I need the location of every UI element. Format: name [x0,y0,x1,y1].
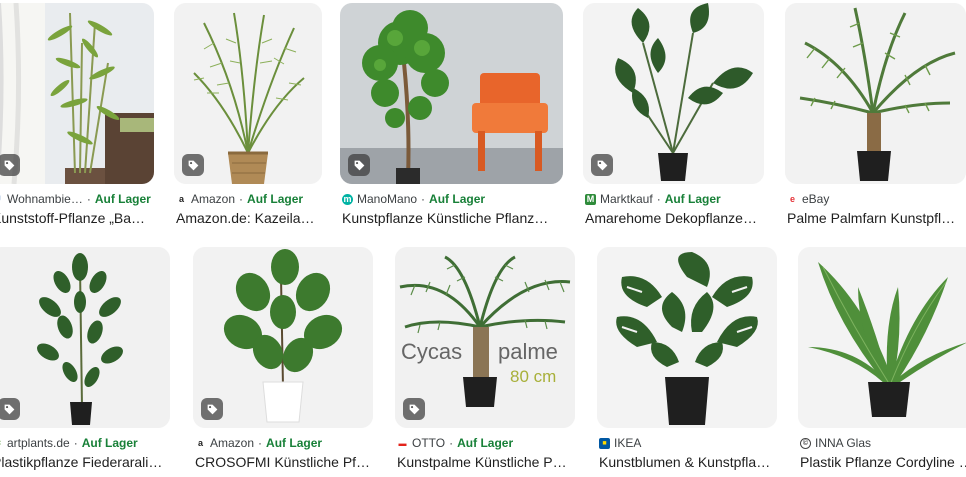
source-name: Wohnambie… [7,192,83,206]
product-image[interactable] [0,247,170,428]
source-name: IKEA [614,436,642,450]
result-title[interactable]: Kunststoff-Pflanze „Ba… [0,209,154,227]
stock-status: Auf Lager [94,192,151,206]
palm-fern-image [785,3,966,184]
cordyline-plant-image [798,247,966,428]
stock-status: Auf Lager [457,436,514,450]
product-image[interactable] [0,3,154,184]
result-card[interactable]: a Amazon · Auf Lager CROSOFMI Künstliche… [193,247,373,477]
product-image[interactable] [583,3,764,184]
shopping-results-grid: U Wohnambie… · Auf Lager Kunststoff-Pfla… [0,0,966,477]
result-title[interactable]: Kunstpalme Künstliche P… [397,453,575,471]
product-image[interactable] [340,3,563,184]
result-source: M Marktkauf · Auf Lager [585,192,764,207]
product-image[interactable] [174,3,322,184]
amazon-icon: a [197,438,203,448]
product-image[interactable]: Cycas palme 80 cm [395,247,575,428]
product-image[interactable] [597,247,777,428]
source-name: Amazon [191,192,236,206]
separator: · [421,192,426,206]
result-title[interactable]: Plastik Pflanze Cordyline … [800,453,966,471]
monstera-plant-image [597,247,777,428]
result-title[interactable]: Kunstblumen & Kunstpfla… [599,453,777,471]
amazon-icon: a [178,194,184,204]
result-title[interactable]: CROSOFMI Künstliche Pf… [195,453,373,471]
result-source: a Amazon · Auf Lager [176,192,322,207]
price-tag-icon [201,398,223,420]
stock-status: Auf Lager [429,192,486,206]
manomano-icon: m [342,194,353,205]
price-tag-icon [403,398,425,420]
separator: · [656,192,661,206]
source-name: ManoMano [357,192,418,206]
result-title[interactable]: Amarehome Dekopflanze… [585,209,764,227]
result-card[interactable]: m ManoMano · Auf Lager Kunstpflanze Küns… [340,3,563,235]
result-card[interactable]: ✻ artplants.de · Auf Lager Plastikpflanz… [0,247,170,477]
result-card[interactable]: ■ IKEA Kunstblumen & Kunstpfla… [597,247,777,477]
fiddle-aralia-plant-image [0,247,170,428]
result-card[interactable]: U Wohnambie… · Auf Lager Kunststoff-Pfla… [0,3,154,235]
result-card[interactable]: Cycas palme 80 cm ▬ OTTO · Auf Lager Kun… [395,247,575,477]
result-source: ■ IKEA [599,436,777,451]
inna-glas-icon: © [800,438,811,449]
palme-label: palme [498,339,558,364]
source-name: eBay [802,192,830,206]
bamboo-plant-image [0,3,154,184]
separator: · [239,192,244,206]
ebay-icon: e [789,194,795,204]
separator: · [73,436,78,450]
wohnambiente-icon: U [0,194,3,205]
source-name: OTTO [412,436,446,450]
artplants-icon: ✻ [0,438,3,449]
product-image[interactable] [785,3,966,184]
result-source: ▬ OTTO · Auf Lager [397,436,575,451]
separator: · [449,436,454,450]
source-name: Amazon [210,436,255,450]
result-source: ✻ artplants.de · Auf Lager [0,436,170,451]
result-source: m ManoMano · Auf Lager [342,192,563,207]
marktkauf-icon: M [585,194,596,205]
result-source: © INNA Glas [800,436,966,451]
result-card[interactable]: e eBay Palme Palmfarn Kunstpfl… [785,3,966,235]
stock-status: Auf Lager [664,192,721,206]
price-tag-icon [182,154,204,176]
price-tag-icon [0,154,20,176]
result-card[interactable]: a Amazon · Auf Lager Amazon.de: Kazeila… [174,3,322,235]
result-card[interactable]: © INNA Glas Plastik Pflanze Cordyline … [798,247,966,477]
price-tag-icon [591,154,613,176]
result-title[interactable]: Amazon.de: Kazeila… [176,209,322,227]
product-image[interactable] [798,247,966,428]
size-label: 80 cm [510,367,556,386]
stock-status: Auf Lager [247,192,304,206]
ficus-tree-with-chair-image [340,3,563,184]
separator: · [258,436,263,450]
product-image[interactable] [193,247,373,428]
stock-status: Auf Lager [266,436,323,450]
otto-icon: ▬ [398,439,407,448]
result-source: e eBay [787,192,966,207]
result-card[interactable]: M Marktkauf · Auf Lager Amarehome Dekopf… [583,3,764,235]
result-source: U Wohnambie… · Auf Lager [0,192,154,207]
separator: · [86,192,91,206]
source-name: Marktkauf [600,192,653,206]
source-name: INNA Glas [815,436,872,450]
result-source: a Amazon · Auf Lager [195,436,373,451]
result-title[interactable]: Kunstpflanze Künstliche Pflanz… [342,209,563,227]
cycas-label: Cycas [401,339,462,364]
stock-status: Auf Lager [81,436,138,450]
price-tag-icon [0,398,20,420]
result-title[interactable]: Palme Palmfarn Kunstpfl… [787,209,966,227]
price-tag-icon [348,154,370,176]
ikea-icon: ■ [599,438,610,449]
source-name: artplants.de [7,436,70,450]
result-title[interactable]: Plastikpflanze Fiederarali… [0,453,170,471]
